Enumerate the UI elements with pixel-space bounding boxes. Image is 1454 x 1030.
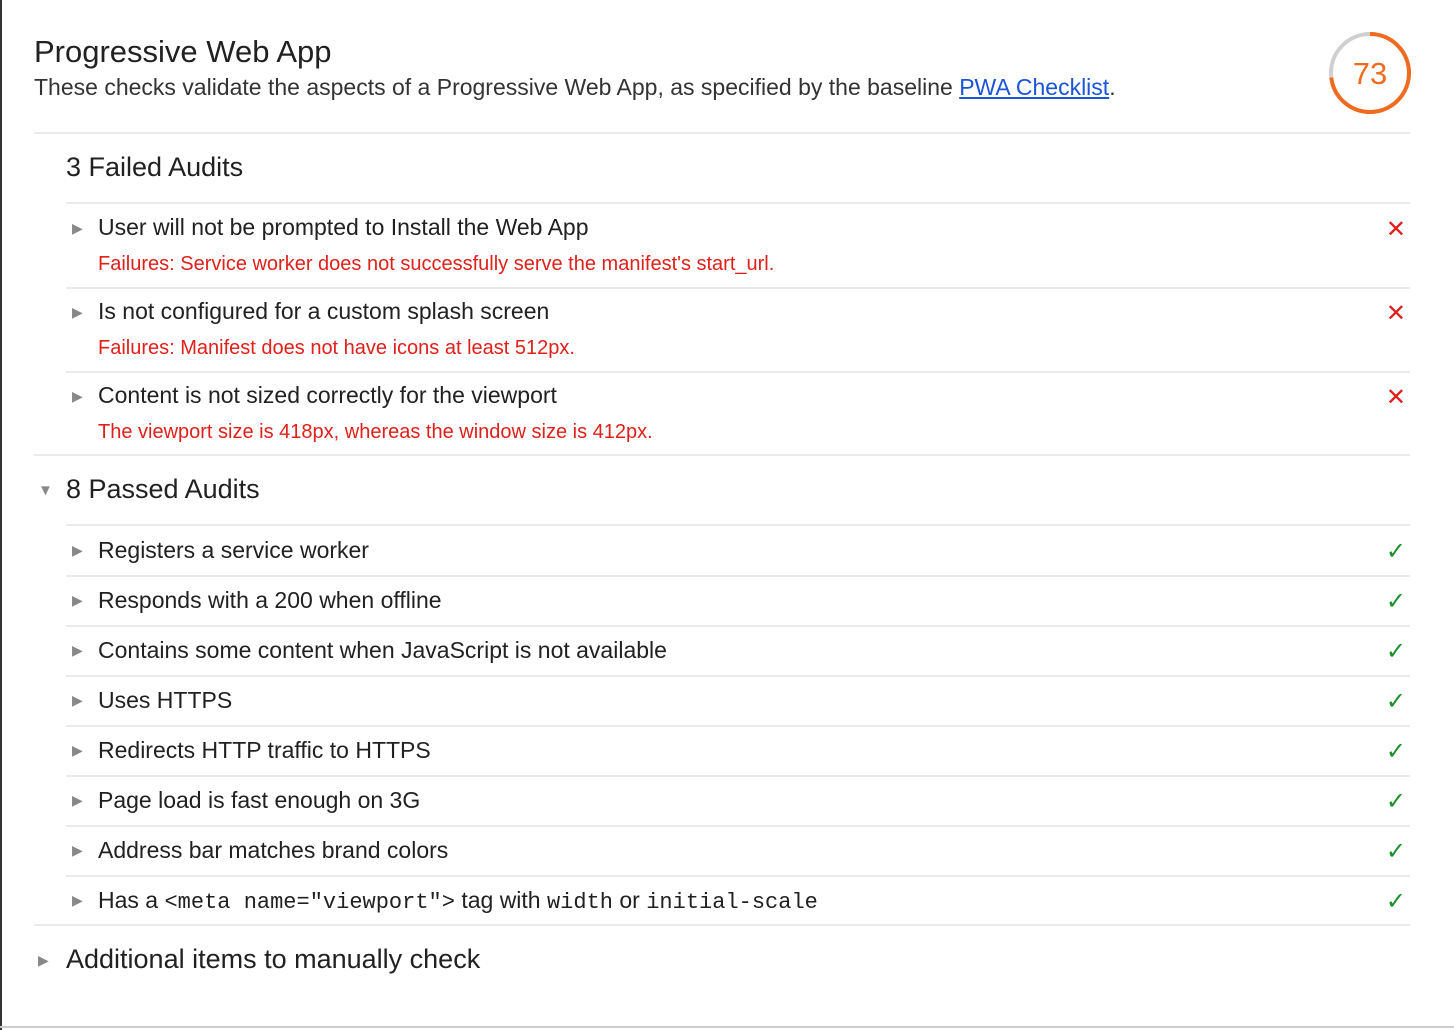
score-value: 73 <box>1353 56 1387 91</box>
failed-audit-row[interactable]: ▶ Is not configured for a custom splash … <box>66 287 1410 371</box>
collapsed-triangle-icon: ▶ <box>72 792 83 808</box>
pass-check-icon: ✓ <box>1385 588 1406 615</box>
code-snippet: <meta name="viewport"> <box>164 890 455 915</box>
audit-title: Address bar matches brand colors <box>98 837 449 863</box>
audit-title: Content is not sized correctly for the v… <box>98 382 557 408</box>
description-period: . <box>1109 74 1116 100</box>
pass-check-icon: ✓ <box>1385 838 1406 865</box>
divider <box>34 132 1410 134</box>
code-snippet: initial-scale <box>646 890 818 915</box>
collapsed-triangle-icon: ▶ <box>72 892 83 908</box>
collapsed-triangle-icon: ▶ <box>72 304 83 320</box>
audit-title: Page load is fast enough on 3G <box>98 787 421 813</box>
collapsed-triangle-icon: ▶ <box>72 388 83 404</box>
collapsed-triangle-icon: ▶ <box>72 692 83 708</box>
collapsed-triangle-icon: ▶ <box>72 592 83 608</box>
passed-audit-row[interactable]: ▶ Page load is fast enough on 3G ✓ <box>66 775 1410 825</box>
passed-audit-row[interactable]: ▶ Responds with a 200 when offline ✓ <box>66 575 1410 625</box>
fail-x-icon: ✕ <box>1385 384 1406 411</box>
score-gauge: 73 <box>1328 31 1412 115</box>
title-text: or <box>613 887 647 913</box>
passed-audit-row[interactable]: ▶ Has a <meta name="viewport"> tag with w… <box>66 875 1410 925</box>
pass-check-icon: ✓ <box>1385 888 1406 915</box>
audit-title: Redirects HTTP traffic to HTTPS <box>98 737 431 763</box>
audit-title: Contains some content when JavaScript is… <box>98 637 667 663</box>
failed-audits-heading: 3 Failed Audits <box>66 152 244 182</box>
passed-audit-row[interactable]: ▶ Uses HTTPS ✓ <box>66 675 1410 725</box>
audit-failure-detail: Failures: Service worker does not succes… <box>98 253 775 275</box>
audit-failure-detail: Failures: Manifest does not have icons a… <box>98 337 575 359</box>
pass-check-icon: ✓ <box>1385 638 1406 665</box>
audit-title: Responds with a 200 when offline <box>98 587 442 613</box>
failed-audit-row[interactable]: ▶ Content is not sized correctly for the… <box>66 371 1410 455</box>
divider <box>34 924 1410 926</box>
pass-check-icon: ✓ <box>1385 688 1406 715</box>
collapsed-triangle-icon: ▶ <box>72 220 83 236</box>
failed-audit-row[interactable]: ▶ User will not be prompted to Install t… <box>66 203 1410 287</box>
audit-failure-detail: The viewport size is 418px, whereas the … <box>98 421 653 443</box>
passed-audit-row[interactable]: ▶ Address bar matches brand colors ✓ <box>66 825 1410 875</box>
collapsed-triangle-icon: ▶ <box>38 952 49 968</box>
collapsed-triangle-icon: ▶ <box>72 842 83 858</box>
audit-title: Is not configured for a custom splash sc… <box>98 298 550 324</box>
pwa-checklist-link[interactable]: PWA Checklist <box>959 74 1109 100</box>
audit-title: Uses HTTPS <box>98 687 233 713</box>
fail-x-icon: ✕ <box>1385 216 1406 243</box>
audit-title: Registers a service worker <box>98 537 369 563</box>
title-text: Has a <box>98 887 165 913</box>
expanded-triangle-icon: ▼ <box>38 482 53 499</box>
collapsed-triangle-icon: ▶ <box>72 742 83 758</box>
passed-audit-row[interactable]: ▶ Registers a service worker ✓ <box>66 525 1410 575</box>
pass-check-icon: ✓ <box>1385 538 1406 565</box>
collapsed-triangle-icon: ▶ <box>72 642 83 658</box>
divider <box>34 454 1410 456</box>
pass-check-icon: ✓ <box>1385 788 1406 815</box>
pass-check-icon: ✓ <box>1385 738 1406 765</box>
code-snippet: width <box>546 890 613 915</box>
description-text: These checks validate the aspects of a P… <box>34 74 960 100</box>
passed-audit-row[interactable]: ▶ Redirects HTTP traffic to HTTPS ✓ <box>66 725 1410 775</box>
passed-audit-row[interactable]: ▶ Contains some content when JavaScript i… <box>66 625 1410 675</box>
category-description: These checks validate the aspects of a P… <box>34 74 1116 101</box>
bottom-divider <box>0 1026 1454 1028</box>
collapsed-triangle-icon: ▶ <box>72 542 83 558</box>
passed-audits-heading: 8 Passed Audits <box>66 474 260 504</box>
fail-x-icon: ✕ <box>1385 300 1406 327</box>
audit-title: Has a <meta name="viewport"> tag with wi… <box>98 887 818 915</box>
manual-checks-heading: Additional items to manually check <box>66 944 481 974</box>
category-title: Progressive Web App <box>34 34 332 69</box>
title-text: tag with <box>454 887 547 913</box>
left-border <box>0 0 2 1030</box>
audit-title: User will not be prompted to Install the… <box>98 214 589 240</box>
